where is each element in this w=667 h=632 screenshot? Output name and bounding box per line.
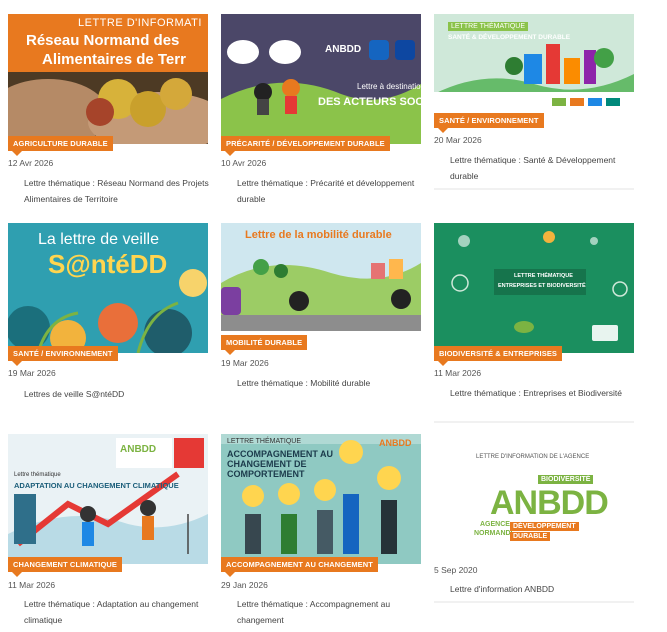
card-title-link[interactable]: Lettre thématique : Entreprises et Biodi… — [450, 385, 635, 401]
card-title-link[interactable]: Lettres de veille S@ntéDD — [24, 386, 209, 402]
banner-title-line3: COMPORTEMENT — [227, 469, 305, 479]
card-precarite[interactable]: ANBDD Lettre à destination DES ACTEURS S… — [221, 14, 421, 204]
card-title-link[interactable]: Lettre thématique : Accompagnement au ch… — [237, 596, 422, 628]
card-separator — [434, 421, 634, 423]
category-tag[interactable]: Biodiversité & entreprises — [434, 346, 563, 366]
banner-title-line1: ACCOMPAGNEMENT AU — [227, 449, 333, 459]
category-tag[interactable]: Changement climatique — [8, 557, 123, 577]
card-title-link[interactable]: Lettre thématique : Précarité et dévelop… — [237, 175, 422, 207]
publish-date: 5 Sep 2020 — [434, 565, 478, 575]
card-title-link[interactable]: Lettre d'information ANBDD — [450, 581, 635, 597]
banner-heading: LETTRE D'INFORMATI — [78, 17, 202, 29]
publish-date: 19 Mar 2026 — [221, 358, 269, 368]
card-thumbnail[interactable]: ANBDD Lettre thématique ADAPTATION AU CH… — [8, 434, 208, 564]
card-separator — [434, 601, 634, 603]
card-accompagnement[interactable]: LETTRE THÉMATIQUE ACCOMPAGNEMENT AU CHAN… — [221, 434, 421, 625]
anbdd-logo: ANBDD — [120, 444, 157, 455]
banner-title: DES ACTEURS SOCIAUX — [318, 96, 421, 108]
category-tag[interactable]: Mobilité durable — [221, 335, 308, 355]
publish-date: 10 Avr 2026 — [221, 158, 267, 168]
banner-title-line2: Alimentaires de Terr — [42, 51, 186, 68]
card-entreprises-biodiversite[interactable]: LETTRE THÉMATIQUE ENTREPRISES ET BIODIVE… — [434, 223, 634, 423]
category-tag[interactable]: Agriculture durable — [8, 136, 113, 156]
logo-developpement: DÉVELOPPEMENT — [510, 522, 579, 531]
publish-date: 29 Jan 2026 — [221, 580, 268, 590]
card-thumbnail[interactable]: LETTRE D'INFORMATI Réseau Normand des Al… — [8, 14, 208, 144]
card-thumbnail[interactable]: La lettre de veille S@ntéDD — [8, 223, 208, 353]
banner-heading: Lettre thématique — [14, 472, 61, 478]
card-thumbnail[interactable]: ANBDD Lettre à destination DES ACTEURS S… — [221, 14, 421, 144]
banner-title: S@ntéDD — [48, 249, 168, 279]
category-tag[interactable]: Précarité / Développement durable — [221, 136, 390, 156]
banner-title: Lettre de la mobilité durable — [245, 229, 392, 241]
banner-title: SANTÉ & DÉVELOPPEMENT DURABLE — [448, 34, 571, 41]
category-tag[interactable]: Santé / Environnement — [8, 346, 118, 366]
publish-date: 11 Mar 2026 — [8, 580, 56, 590]
banner-title: ENTREPRISES ET BIODIVERSITÉ — [498, 283, 586, 289]
card-title-link[interactable]: Lettre thématique : Adaptation au change… — [24, 596, 209, 628]
banner-title-line1: Réseau Normand des — [26, 32, 180, 49]
newsletter-grid: LETTRE D'INFORMATI Réseau Normand des Al… — [0, 0, 667, 632]
anbdd-logo: ANBDD — [490, 484, 609, 522]
card-mobilite[interactable]: Lettre de la mobilité durable Mobilité d… — [221, 223, 421, 388]
card-thumbnail[interactable]: LETTRE D'INFORMATION DE L'AGENCE BIODIVE… — [434, 434, 634, 564]
card-thumbnail[interactable]: Lettre de la mobilité durable — [221, 223, 421, 331]
social-actors-illustration — [221, 14, 421, 144]
publish-date: 20 Mar 2026 — [434, 135, 482, 145]
card-thumbnail[interactable]: LETTRE THÉMATIQUE ACCOMPAGNEMENT AU CHAN… — [221, 434, 421, 564]
banner-title: ADAPTATION AU CHANGEMENT CLIMATIQUE — [14, 481, 179, 490]
publish-date: 19 Mar 2026 — [8, 368, 56, 378]
card-santedd[interactable]: La lettre de veille S@ntéDD Santé / Envi… — [8, 223, 208, 399]
publish-date: 12 Avr 2026 — [8, 158, 54, 168]
category-tag[interactable]: Accompagnement au changement — [221, 557, 378, 577]
card-lettre-information[interactable]: LETTRE D'INFORMATION DE L'AGENCE BIODIVE… — [434, 434, 634, 603]
anbdd-logo: ANBDD — [325, 44, 362, 55]
climate-adaptation-illustration — [8, 434, 208, 564]
card-reseau-normand[interactable]: LETTRE D'INFORMATI Réseau Normand des Al… — [8, 14, 209, 204]
card-thumbnail[interactable]: LETTRE THÉMATIQUE SANTÉ & DÉVELOPPEMENT … — [434, 14, 634, 114]
publish-date: 11 Mar 2026 — [434, 368, 482, 378]
banner-heading: LETTRE THÉMATIQUE — [448, 22, 529, 31]
card-thumbnail[interactable]: LETTRE THÉMATIQUE ENTREPRISES ET BIODIVE… — [434, 223, 634, 353]
card-title-link[interactable]: Lettre thématique : Réseau Normand des P… — [24, 175, 209, 207]
banner-heading: LETTRE D'INFORMATION DE L'AGENCE — [476, 454, 590, 460]
card-title-link[interactable]: Lettre thématique : Santé & Développemen… — [450, 152, 635, 184]
banner-heading: LETTRE THÉMATIQUE — [227, 438, 302, 445]
card-separator — [434, 188, 634, 190]
card-title-link[interactable]: Lettre thématique : Mobilité durable — [237, 375, 422, 391]
banner-heading: LETTRE THÉMATIQUE — [514, 273, 573, 279]
banner-subheading: Lettre à destination — [357, 82, 421, 91]
logo-durable: DURABLE — [510, 532, 551, 541]
card-adaptation-climat[interactable]: ANBDD Lettre thématique ADAPTATION AU CH… — [8, 434, 208, 625]
category-tag[interactable]: Santé / Environnement — [434, 113, 544, 133]
logo-biodiversite: BIODIVERSITÉ — [538, 475, 594, 484]
card-sante-developpement[interactable]: LETTRE THÉMATIQUE SANTÉ & DÉVELOPPEMENT … — [434, 14, 634, 190]
logo-agence: AGENCE — [480, 521, 510, 528]
banner-title-line2: CHANGEMENT DE — [227, 459, 307, 469]
banner-heading: La lettre de veille — [38, 231, 159, 248]
anbdd-logo: ANBDD — [379, 438, 412, 448]
